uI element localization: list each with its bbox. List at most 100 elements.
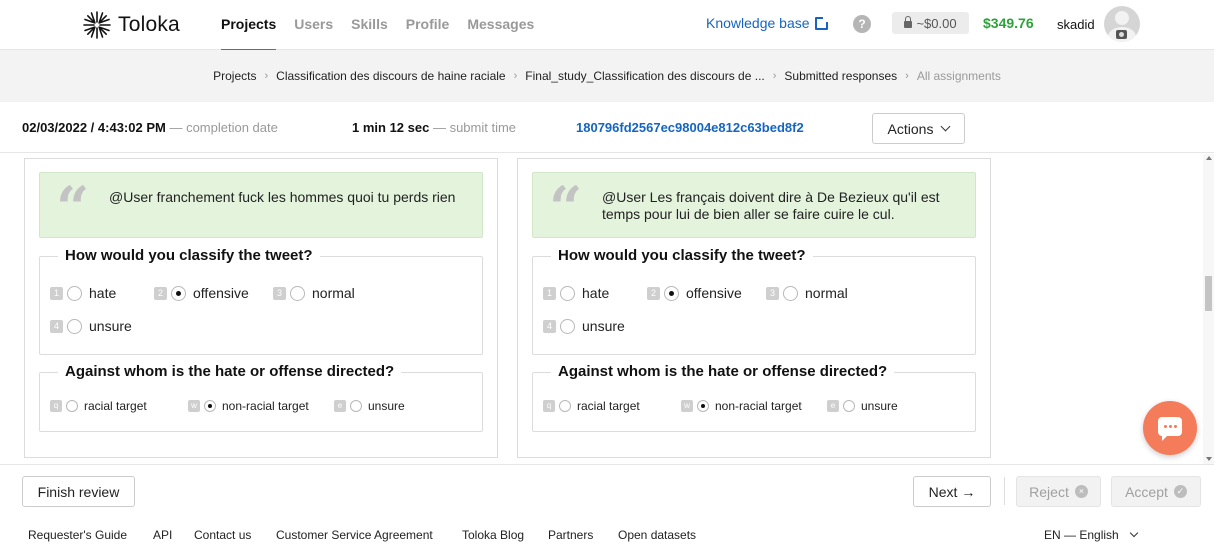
footer-link-open-datasets[interactable]: Open datasets <box>618 528 696 542</box>
option-label: non-racial target <box>715 399 802 413</box>
footer-link-partners[interactable]: Partners <box>548 528 593 542</box>
breadcrumb-all-assignments: All assignments <box>916 69 1001 83</box>
support-chat-button[interactable] <box>1143 401 1197 455</box>
hotkey-badge: 3 <box>273 286 286 300</box>
reject-label: Reject <box>1029 483 1069 500</box>
hotkey-badge: 2 <box>154 286 167 300</box>
language-selector[interactable]: EN — English <box>1044 528 1138 542</box>
chat-dots <box>1163 425 1177 428</box>
finish-review-button[interactable]: Finish review <box>22 476 135 507</box>
option-hate[interactable]: 1 hate <box>50 285 116 301</box>
option-target-unsure[interactable]: e unsure <box>827 399 898 413</box>
scrollbar-thumb[interactable] <box>1205 276 1212 311</box>
radio-button[interactable] <box>783 285 798 301</box>
radio-button[interactable] <box>560 285 575 301</box>
submit-time-label: — submit time <box>432 120 517 135</box>
option-label: non-racial target <box>222 399 309 413</box>
lock-icon <box>904 15 913 28</box>
option-label: hate <box>582 285 610 301</box>
target-question: Against whom is the hate or offense dire… <box>58 363 402 380</box>
radio-button[interactable] <box>560 318 575 334</box>
option-label: normal <box>805 285 848 301</box>
vertical-scrollbar[interactable] <box>1203 154 1214 464</box>
option-label: unsure <box>861 399 898 413</box>
radio-button[interactable] <box>843 400 855 412</box>
scroll-up-arrow-icon[interactable] <box>1206 156 1212 160</box>
language-label: EN — English <box>1044 528 1119 542</box>
classification-fieldset: How would you classify the tweet? 1 hate… <box>39 247 483 355</box>
breadcrumb-projects[interactable]: Projects <box>213 69 256 83</box>
radio-button[interactable] <box>66 400 78 412</box>
option-normal[interactable]: 3 normal <box>766 285 848 301</box>
radio-button-selected[interactable] <box>664 285 679 301</box>
nav-skills[interactable]: Skills <box>351 0 388 50</box>
tweet-quote: “ @User franchement fuck les hommes quoi… <box>39 172 483 238</box>
option-racial-target[interactable]: q racial target <box>543 399 640 413</box>
footer-link-toloka-blog[interactable]: Toloka Blog <box>462 528 524 542</box>
assignment-id-link[interactable]: 180796fd2567ec98004e812c63bed8f2 <box>576 120 804 135</box>
nav-messages[interactable]: Messages <box>467 0 534 50</box>
help-icon[interactable]: ? <box>853 15 871 33</box>
breadcrumb-submitted-responses[interactable]: Submitted responses <box>784 69 897 83</box>
breadcrumb-pool[interactable]: Final_study_Classification des discours … <box>525 69 764 83</box>
hotkey-badge: e <box>334 400 346 412</box>
radio-button[interactable] <box>559 400 571 412</box>
next-button[interactable]: Next → <box>913 476 991 507</box>
accept-label: Accept <box>1125 483 1168 500</box>
reject-button[interactable]: Reject × <box>1016 476 1101 507</box>
breadcrumb-separator-icon: › <box>905 70 909 82</box>
account-balance[interactable]: $349.76 <box>983 15 1034 31</box>
option-hate[interactable]: 1 hate <box>543 285 609 301</box>
tweet-text: @User franchement fuck les hommes quoi t… <box>109 189 456 205</box>
finish-review-label: Finish review <box>37 483 120 500</box>
nav-profile[interactable]: Profile <box>406 0 450 50</box>
classification-question: How would you classify the tweet? <box>58 247 320 264</box>
completion-date: 02/03/2022 / 4:43:02 PM — completion dat… <box>22 120 278 135</box>
breadcrumb-project[interactable]: Classification des discours de haine rac… <box>276 69 505 83</box>
option-label: offensive <box>193 285 249 301</box>
option-label: normal <box>312 285 355 301</box>
radio-button-selected[interactable] <box>171 285 186 301</box>
scroll-down-arrow-icon[interactable] <box>1206 457 1212 461</box>
top-navigation: Toloka Projects Users Skills Profile Mes… <box>0 0 1214 52</box>
radio-button[interactable] <box>67 318 82 334</box>
radio-button[interactable] <box>290 285 305 301</box>
option-offensive[interactable]: 2 offensive <box>154 285 249 301</box>
toloka-logo-icon <box>83 11 111 39</box>
submit-time-value: 1 min 12 sec <box>352 120 430 135</box>
option-racial-target[interactable]: q racial target <box>50 399 147 413</box>
breadcrumb-separator-icon: › <box>513 70 518 82</box>
footer-link-requesters-guide[interactable]: Requester's Guide <box>28 528 127 542</box>
toloka-logo[interactable]: Toloka <box>82 10 180 40</box>
option-unsure[interactable]: 4 unsure <box>50 318 132 334</box>
locked-balance-value: ~$0.00 <box>916 15 957 31</box>
assignment-info-bar: 02/03/2022 / 4:43:02 PM — completion dat… <box>0 103 1214 153</box>
option-label: racial target <box>577 399 640 413</box>
footer-link-api[interactable]: API <box>153 528 172 542</box>
divider <box>1004 477 1005 505</box>
radio-button[interactable] <box>67 285 82 301</box>
breadcrumb-separator-icon: › <box>264 70 269 82</box>
option-target-unsure[interactable]: e unsure <box>334 399 405 413</box>
option-label: unsure <box>89 318 132 334</box>
option-non-racial-target[interactable]: w non-racial target <box>188 399 309 413</box>
option-unsure[interactable]: 4 unsure <box>543 318 625 334</box>
actions-label: Actions <box>887 120 934 137</box>
option-offensive[interactable]: 2 offensive <box>647 285 742 301</box>
accept-button[interactable]: Accept ✓ <box>1111 476 1201 507</box>
hotkey-badge: w <box>681 400 693 412</box>
username[interactable]: skadid <box>1057 17 1095 32</box>
footer-link-customer-service-agreement[interactable]: Customer Service Agreement <box>276 528 433 542</box>
hotkey-badge: 4 <box>50 319 63 333</box>
option-normal[interactable]: 3 normal <box>273 285 355 301</box>
actions-dropdown-button[interactable]: Actions <box>872 113 965 144</box>
nav-users[interactable]: Users <box>294 0 333 50</box>
radio-button-selected[interactable] <box>697 400 709 412</box>
option-non-racial-target[interactable]: w non-racial target <box>681 399 802 413</box>
radio-button-selected[interactable] <box>204 400 216 412</box>
radio-button[interactable] <box>350 400 362 412</box>
footer-link-contact-us[interactable]: Contact us <box>194 528 251 542</box>
knowledge-base-link[interactable]: Knowledge base <box>706 15 829 31</box>
nav-projects[interactable]: Projects <box>221 0 277 52</box>
tweet-quote: “ @User Les français doivent dire à De B… <box>532 172 976 238</box>
